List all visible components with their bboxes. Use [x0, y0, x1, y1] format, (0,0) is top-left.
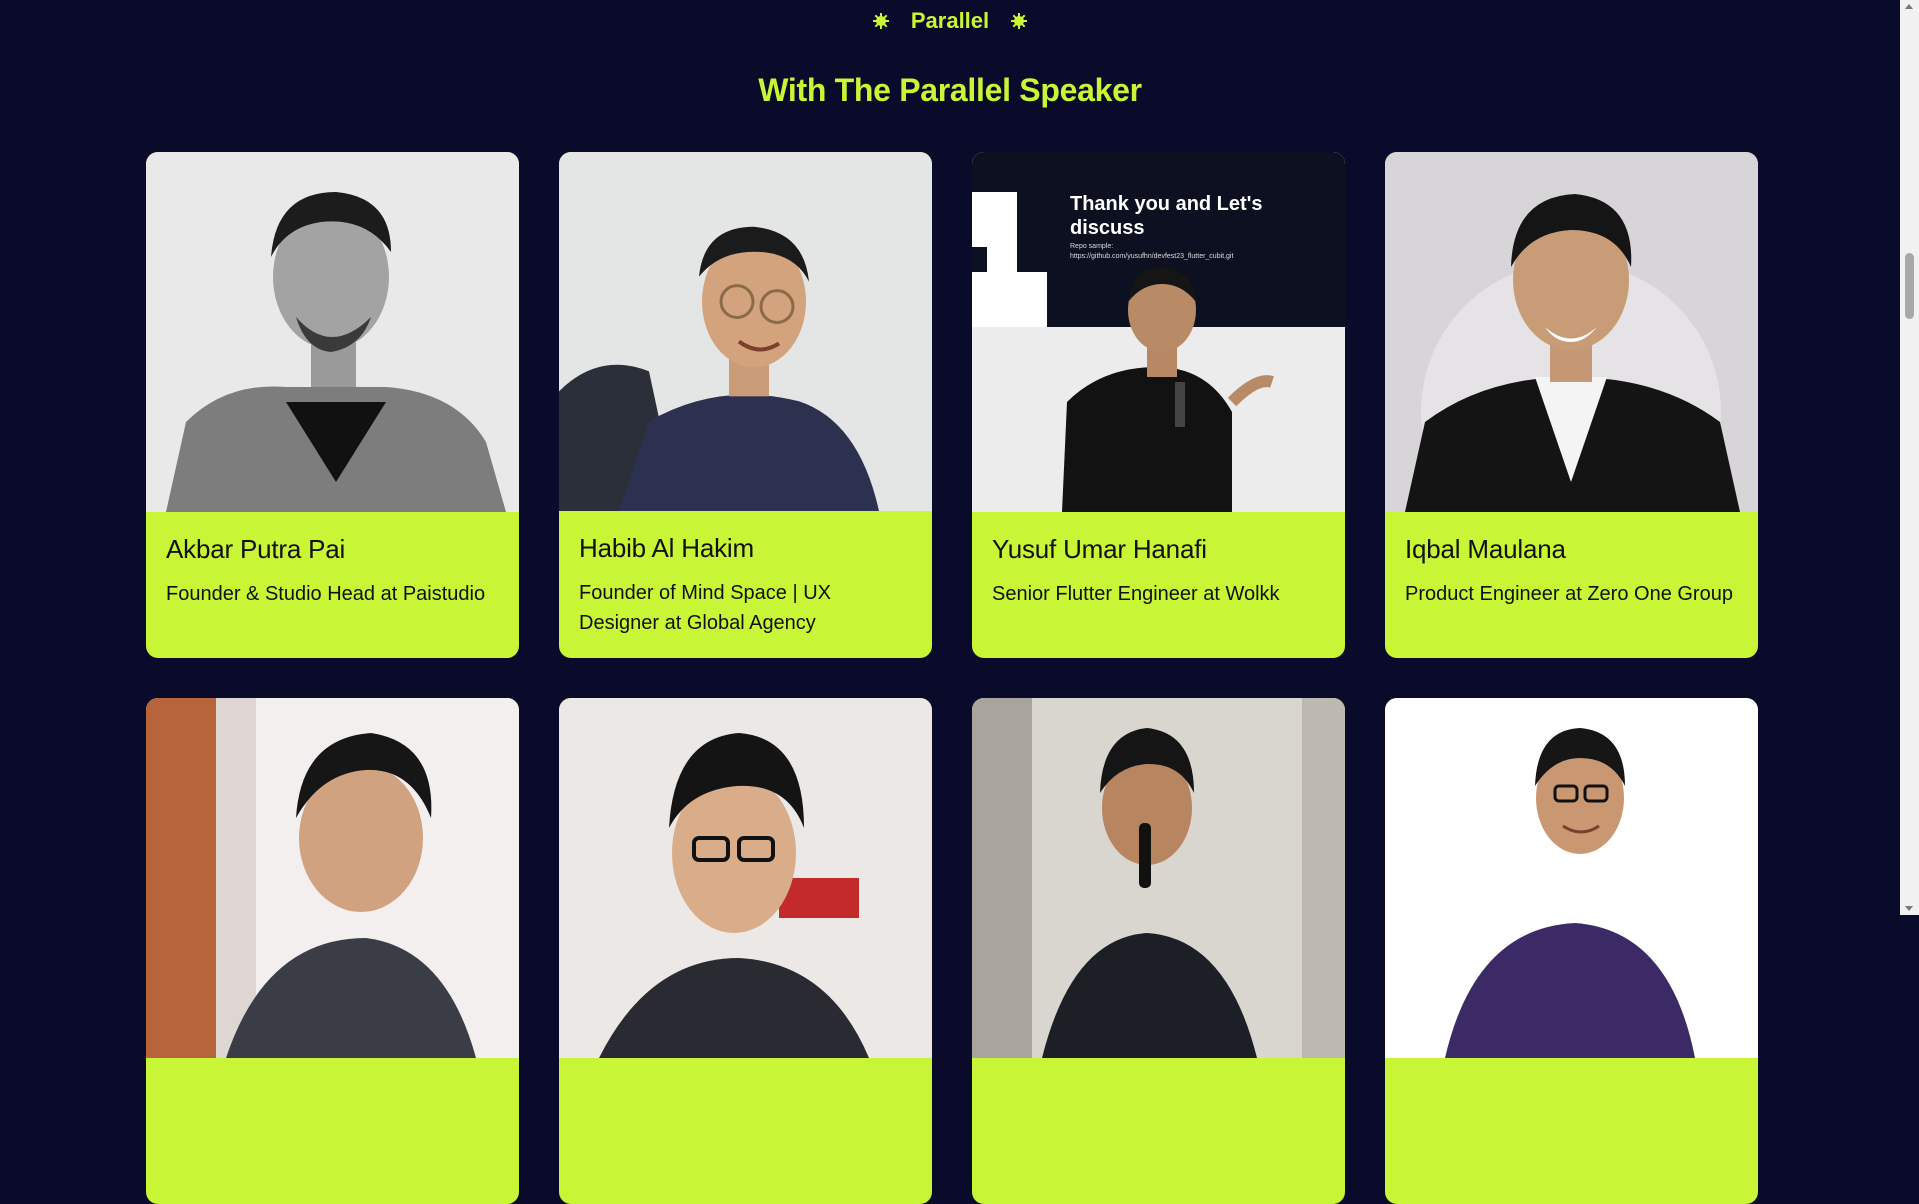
- speaker-info: Yusuf Umar Hanafi Senior Flutter Enginee…: [972, 512, 1345, 658]
- speaker-info: Akbar Putra Pai Founder & Studio Head at…: [146, 512, 519, 658]
- section-eyebrow: Parallel: [0, 8, 1900, 34]
- speaker-name: Yusuf Umar Hanafi: [992, 534, 1207, 564]
- speaker-photo: [146, 152, 519, 512]
- slide-line-3: Repo sample:: [1070, 243, 1113, 250]
- speaker-card[interactable]: Akbar Putra Pai Founder & Studio Head at…: [146, 152, 519, 658]
- section-eyebrow-label: Parallel: [910, 8, 990, 33]
- scrollbar-thumb[interactable]: [1905, 253, 1914, 319]
- speaker-card[interactable]: [146, 698, 519, 1204]
- speaker-card[interactable]: [1385, 698, 1758, 1204]
- slide-line-4: https://github.com/yusufhn/devfest23_flu…: [1070, 253, 1233, 260]
- speaker-photo: [972, 698, 1345, 1058]
- speaker-card[interactable]: [972, 698, 1345, 1204]
- scroll-down-arrow-icon[interactable]: [1905, 906, 1913, 911]
- sparkle-icon: [872, 13, 889, 29]
- speaker-name: Habib Al Hakim: [579, 533, 754, 563]
- speaker-photo: [559, 698, 932, 1058]
- slide-line-1: Thank you and Let's: [1070, 193, 1263, 215]
- speaker-grid: Akbar Putra Pai Founder & Studio Head at…: [146, 152, 1758, 1204]
- slide-line-2: discuss: [1070, 217, 1144, 239]
- sparkle-icon: [1011, 13, 1028, 29]
- vertical-scrollbar[interactable]: [1900, 0, 1919, 915]
- speaker-role: Founder & Studio Head at Paistudio: [166, 583, 486, 605]
- speaker-info: Habib Al Hakim Founder of Mind Space | U…: [559, 511, 932, 658]
- scroll-up-arrow-icon[interactable]: [1905, 4, 1913, 9]
- speaker-card[interactable]: Thank you and Let's discuss Repo sample:…: [972, 152, 1345, 658]
- speaker-info: [972, 1058, 1345, 1204]
- speaker-role: Senior Flutter Engineer at Wolkk: [992, 583, 1280, 605]
- section-heading: With The Parallel Speaker: [758, 72, 1142, 108]
- speaker-info: [1385, 1058, 1758, 1204]
- speaker-name: Iqbal Maulana: [1405, 534, 1566, 564]
- speaker-info: Iqbal Maulana Product Engineer at Zero O…: [1385, 512, 1758, 658]
- speaker-photo: [1385, 698, 1758, 1058]
- speaker-photo: [559, 152, 932, 511]
- speaker-name: Akbar Putra Pai: [166, 534, 346, 564]
- speaker-photo: [146, 698, 519, 1058]
- speaker-card[interactable]: Habib Al Hakim Founder of Mind Space | U…: [559, 152, 932, 658]
- speaker-role: Product Engineer at Zero One Group: [1405, 583, 1733, 605]
- speaker-card[interactable]: [559, 698, 932, 1204]
- page: Parallel With The Parallel Speaker Akbar…: [0, 0, 1900, 1204]
- speaker-info: [146, 1058, 519, 1204]
- speaker-photo: [1385, 152, 1758, 512]
- speaker-role: Founder of Mind Space | UX Designer at G…: [579, 582, 831, 634]
- speaker-card[interactable]: Iqbal Maulana Product Engineer at Zero O…: [1385, 152, 1758, 658]
- speaker-photo: Thank you and Let's discuss Repo sample:…: [972, 152, 1345, 512]
- speaker-info: [559, 1058, 932, 1204]
